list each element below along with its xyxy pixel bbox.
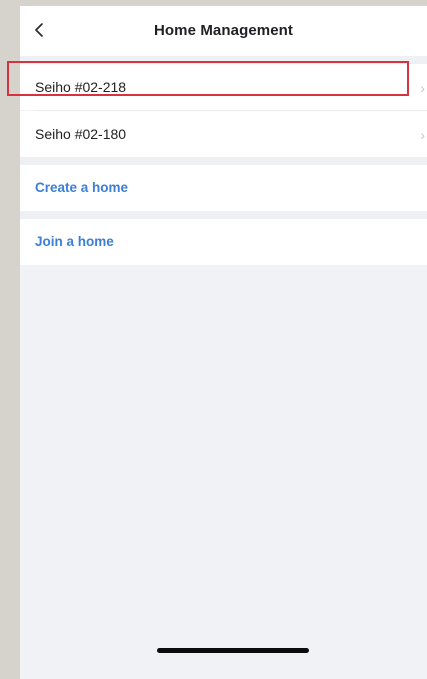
home-item-label: Seiho #02-180 (35, 126, 127, 142)
home-item-seiho-02-218[interactable]: Seiho #02-218 › (20, 64, 427, 110)
home-item-seiho-02-180[interactable]: Seiho #02-180 › (20, 111, 427, 157)
home-indicator (157, 648, 309, 653)
app-screen: Home Management Seiho #02-218 › Seiho #0… (20, 6, 427, 679)
create-home-button[interactable]: Create a home (20, 165, 427, 211)
home-item-label: Seiho #02-218 (35, 79, 127, 95)
join-home-label: Join a home (35, 234, 114, 249)
chevron-right-icon: › (420, 127, 425, 143)
section-spacer (20, 56, 427, 64)
join-home-button[interactable]: Join a home (20, 219, 427, 265)
section-spacer (20, 157, 427, 165)
create-home-label: Create a home (35, 180, 129, 195)
chevron-right-icon: › (420, 80, 425, 96)
section-spacer (20, 211, 427, 219)
page-title: Home Management (153, 22, 294, 39)
nav-bar: Home Management (20, 6, 427, 56)
